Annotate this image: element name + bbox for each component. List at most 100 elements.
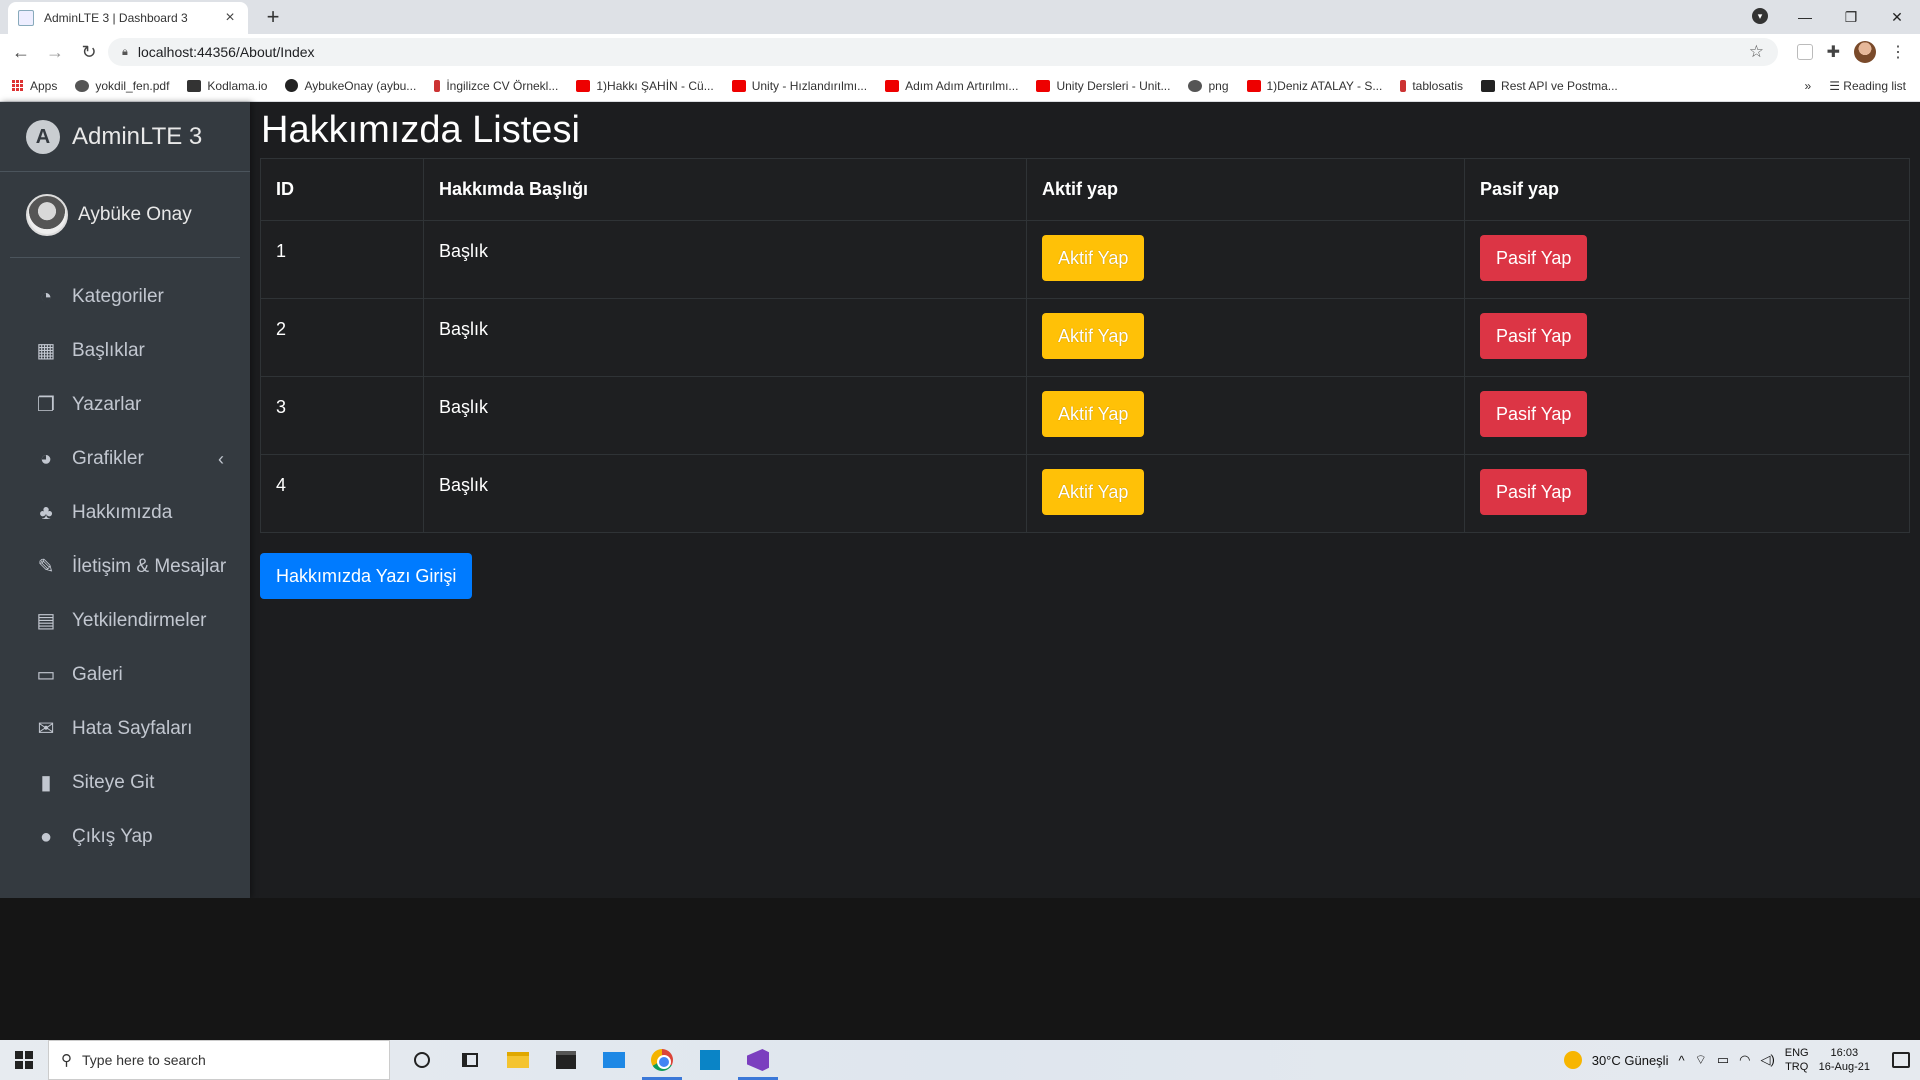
network-icon[interactable]: ⌔ [1695, 1052, 1707, 1068]
document-icon [1400, 79, 1407, 92]
back-icon[interactable]: ← [8, 39, 34, 65]
adminlte-logo-icon: A [26, 119, 60, 154]
kodlama-icon [187, 79, 202, 92]
bookmark-item[interactable]: Kodlama.io [187, 79, 267, 93]
bookmarks-right: » ☰ Reading list [1805, 70, 1906, 102]
bookmark-item[interactable]: 1)Hakkı ŞAHİN - Cü... [576, 79, 714, 93]
menu-kebab-icon[interactable]: ⋮ [1890, 42, 1906, 62]
cell-id: 4 [260, 454, 424, 533]
windows-taskbar: ⚲ Type here to search 30°C Güneşli ^ ⌔ ▭… [0, 1040, 1920, 1080]
sidebar-item-cikis-yap[interactable]: ● Çıkış Yap [0, 810, 250, 864]
bookmark-label: İngilizce CV Örnekl... [446, 78, 559, 93]
extension-icon[interactable] [1796, 44, 1813, 60]
bookmarks-overflow-icon[interactable]: » [1805, 79, 1812, 93]
restore-icon[interactable]: ❐ [1828, 9, 1874, 26]
address-bar[interactable]: 🔒︎ localhost:44356/About/Index ☆ [108, 38, 1778, 66]
taskbar-search-input[interactable]: ⚲ Type here to search [48, 1040, 390, 1080]
volume-icon[interactable]: ◁) [1760, 1052, 1774, 1068]
bookmark-item[interactable]: İngilizce CV Örnekl... [434, 79, 558, 93]
url-text[interactable]: localhost:44356/About/Index [138, 44, 315, 60]
column-header-id: ID [260, 158, 424, 221]
language-indicator[interactable]: ENG TRQ [1785, 1046, 1809, 1074]
file-explorer-button[interactable] [494, 1040, 542, 1080]
battery-icon[interactable]: ▭ [1717, 1052, 1729, 1068]
sidebar-item-yazarlar[interactable]: ❐ Yazarlar [0, 378, 250, 432]
bookmark-label: Rest API ve Postma... [1501, 78, 1618, 93]
sidebar-item-grafikler[interactable]: ◕ Grafikler ‹ [0, 432, 250, 486]
new-tab-button[interactable]: + [260, 4, 286, 30]
mail-button[interactable] [590, 1040, 638, 1080]
sidebar-item-yetkilendirmeler[interactable]: ▤ Yetkilendirmeler [0, 594, 250, 648]
lang-top: ENG [1784, 1047, 1809, 1059]
bookmark-item[interactable]: Rest API ve Postma... [1481, 79, 1618, 93]
tray-chevron-icon[interactable]: ^ [1678, 1053, 1684, 1068]
chrome-button[interactable] [638, 1040, 686, 1080]
deactivate-button[interactable]: Pasif Yap [1480, 469, 1588, 515]
bookmark-star-icon[interactable]: ☆ [1749, 42, 1764, 62]
bookmark-apps[interactable]: Apps [12, 79, 57, 93]
clock-date: 16-Aug-21 [1818, 1061, 1870, 1073]
user-panel[interactable]: Aybüke Onay [10, 172, 240, 258]
sidebar-item-hakkimizda[interactable]: ♣ Hakkımızda [0, 486, 250, 540]
visual-studio-button[interactable] [734, 1040, 782, 1080]
notifications-icon[interactable] [1892, 1052, 1910, 1068]
close-window-icon[interactable]: ✕ [1874, 9, 1920, 26]
chevron-left-icon[interactable]: ‹ [218, 449, 224, 470]
bookmark-item[interactable]: AybukeOnay (aybu... [285, 79, 416, 93]
extensions-puzzle-icon[interactable]: ✚ [1827, 42, 1840, 62]
brand-link[interactable]: A AdminLTE 3 [0, 102, 250, 172]
start-button[interactable] [0, 1040, 48, 1080]
browser-toolbar: ← → ↻ 🔒︎ localhost:44356/About/Index ☆ ✚… [0, 34, 1920, 70]
sidebar-item-hata-sayfalari[interactable]: ✉ Hata Sayfaları [0, 702, 250, 756]
reload-icon[interactable]: ↻ [76, 39, 102, 65]
store-button[interactable] [542, 1040, 590, 1080]
wifi-icon[interactable]: ◠ [1739, 1052, 1750, 1068]
deactivate-button[interactable]: Pasif Yap [1480, 313, 1588, 359]
sidebar-item-label: Grafikler [72, 448, 144, 469]
sidebar-item-siteye-git[interactable]: ▮ Siteye Git [0, 756, 250, 810]
sidebar-item-basliklar[interactable]: ▦ Başlıklar [0, 324, 250, 378]
sidebar-item-iletisim[interactable]: ✎ İletişim & Mesajlar [0, 540, 250, 594]
sidebar-item-label: Yazarlar [72, 394, 142, 415]
activate-button[interactable]: Aktif Yap [1042, 469, 1145, 515]
add-about-button[interactable]: Hakkımızda Yazı Girişi [260, 553, 473, 599]
activate-button[interactable]: Aktif Yap [1042, 391, 1145, 437]
bookmark-label: Unity Dersleri - Unit... [1056, 78, 1171, 93]
profile-avatar[interactable] [1854, 41, 1876, 63]
weather-sun-icon[interactable] [1563, 1051, 1582, 1069]
reading-list-button[interactable]: ☰ Reading list [1829, 79, 1906, 93]
minimize-icon[interactable]: — [1782, 9, 1828, 25]
close-tab-icon[interactable]: × [222, 9, 238, 27]
deactivate-button[interactable]: Pasif Yap [1480, 235, 1588, 281]
bookmark-item[interactable]: Unity Dersleri - Unit... [1036, 79, 1170, 93]
browser-app-button[interactable] [686, 1040, 734, 1080]
folder-icon [507, 1052, 529, 1068]
app-icon [700, 1050, 720, 1070]
browser-tab[interactable]: AdminLTE 3 | Dashboard 3 × [8, 2, 248, 34]
cell-title: Başlık [423, 220, 1027, 299]
bookmark-item[interactable]: Adım Adım Artırılmı... [885, 79, 1018, 93]
activate-button[interactable]: Aktif Yap [1042, 235, 1145, 281]
clock-time: 16:03 [1830, 1047, 1859, 1059]
task-view-button[interactable] [446, 1040, 494, 1080]
lock-icon[interactable]: 🔒︎ [122, 46, 128, 59]
cortana-icon [414, 1052, 430, 1068]
sidebar-item-galeri[interactable]: ▭ Galeri [0, 648, 250, 702]
bookmark-item[interactable]: 1)Deniz ATALAY - S... [1246, 79, 1382, 93]
cortana-button[interactable] [398, 1040, 446, 1080]
bookmark-item[interactable]: yokdil_fen.pdf [75, 79, 169, 93]
bookmark-item[interactable]: png [1188, 79, 1229, 93]
activate-button[interactable]: Aktif Yap [1042, 313, 1145, 359]
bookmark-item[interactable]: Unity - Hızlandırılmı... [731, 79, 867, 93]
tab-search-icon[interactable]: ▾ [1752, 8, 1768, 24]
weather-text[interactable]: 30°C Güneşli [1592, 1053, 1669, 1068]
bookmark-item[interactable]: tablosatis [1400, 79, 1463, 93]
forward-icon[interactable]: → [42, 39, 68, 65]
sidebar-item-kategoriler[interactable]: ◔ Kategoriler [0, 270, 250, 324]
deactivate-button[interactable]: Pasif Yap [1480, 391, 1588, 437]
user-name[interactable]: Aybüke Onay [78, 204, 192, 226]
apps-grid-icon [12, 79, 24, 92]
clock[interactable]: 16:03 16-Aug-21 [1819, 1046, 1870, 1074]
cell-deactivate: Pasif Yap [1464, 376, 1910, 455]
table-row: 2 Başlık Aktif Yap Pasif Yap [260, 298, 1910, 377]
